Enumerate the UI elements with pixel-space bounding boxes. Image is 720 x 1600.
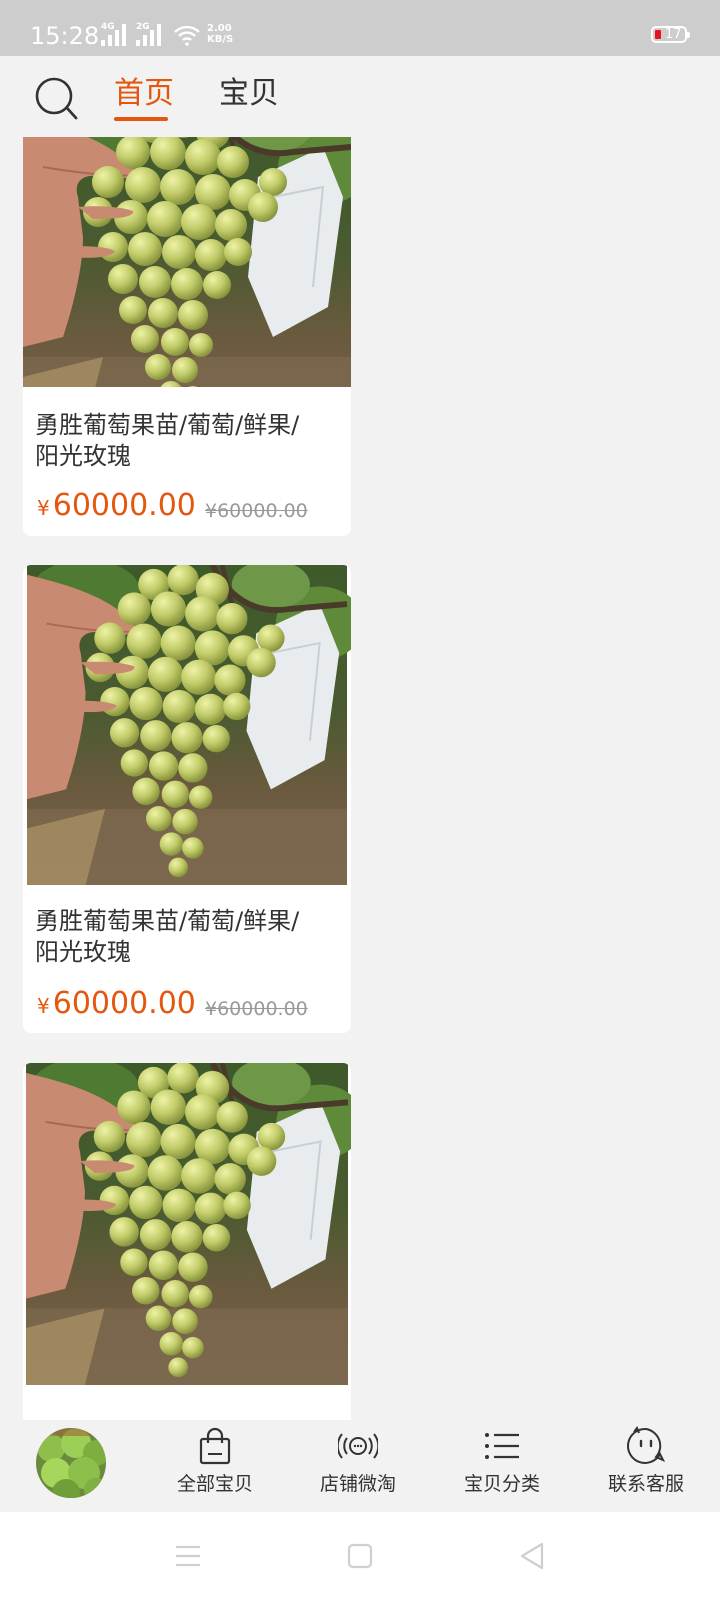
original-price: ¥60000.00 <box>205 998 308 1020</box>
back-triangle-icon[interactable] <box>514 1538 550 1574</box>
product-title: 勇胜葡萄果苗/葡萄/鲜果/ 阳光玫瑰 <box>35 410 335 472</box>
system-navigation-bar <box>0 1512 720 1600</box>
product-title-line: 阳光玫瑰 <box>35 442 131 470</box>
list-icon <box>485 1433 519 1459</box>
currency-symbol: ¥ <box>37 496 50 520</box>
product-image[interactable] <box>23 137 351 387</box>
currency-symbol: ¥ <box>37 994 50 1018</box>
bottom-tab-label: 店铺微淘 <box>319 1473 396 1495</box>
bottom-tab-shop-feed[interactable]: 店铺微淘 <box>298 1426 418 1510</box>
battery-fill <box>655 30 661 39</box>
signal-2g-icon: 2G <box>136 22 166 46</box>
signal-2g-label: 2G <box>136 22 150 32</box>
bottom-tab-all-items[interactable]: 全部宝贝 <box>155 1426 275 1510</box>
product-image[interactable] <box>23 1063 351 1385</box>
top-navigation: 首页 宝贝 <box>0 56 720 136</box>
bottom-tab-bar: 全部宝贝 店铺微淘 宝贝分类 联系客服 <box>0 1420 720 1512</box>
signal-4g-icon: 4G <box>101 22 131 46</box>
battery-level: 17 <box>665 27 682 42</box>
product-card[interactable]: 勇胜葡萄果苗/葡萄/鲜果/ 阳光玫瑰 ¥60000.00 ¥60000.00 <box>23 565 351 1033</box>
status-time: 15:28 <box>30 22 100 50</box>
product-price: ¥60000.00 <box>37 488 196 526</box>
product-image[interactable] <box>23 565 351 885</box>
network-speed: 2.00 KB/S <box>207 23 233 45</box>
product-title-line: 阳光玫瑰 <box>35 938 131 966</box>
battery-icon: 17 <box>651 26 690 43</box>
home-square-icon[interactable] <box>342 1538 378 1574</box>
product-title: 勇胜葡萄果苗/葡萄/鲜果/ 阳光玫瑰 <box>35 906 335 968</box>
signal-4g-label: 4G <box>101 22 115 32</box>
product-title-line: 勇胜葡萄果苗/葡萄/鲜果/ <box>35 907 300 935</box>
product-card[interactable] <box>23 1063 351 1420</box>
tab-items[interactable]: 宝贝 <box>219 74 279 114</box>
bottom-tab-categories[interactable]: 宝贝分类 <box>442 1426 562 1510</box>
search-icon[interactable] <box>34 76 80 122</box>
shopping-bag-icon <box>199 1427 231 1465</box>
price-value: 60000.00 <box>52 986 196 1021</box>
network-speed-value: 2.00 <box>207 23 232 34</box>
network-speed-unit: KB/S <box>207 34 234 45</box>
bottom-tab-label: 联系客服 <box>607 1473 684 1495</box>
bottom-tab-customer-service[interactable]: 联系客服 <box>586 1426 706 1510</box>
product-title-line: 勇胜葡萄果苗/葡萄/鲜果/ <box>35 411 300 439</box>
bottom-tab-label: 全部宝贝 <box>176 1473 253 1495</box>
price-value: 60000.00 <box>52 488 196 523</box>
chat-face-icon <box>627 1426 666 1464</box>
original-price: ¥60000.00 <box>205 500 308 522</box>
shop-logo-image <box>36 1428 106 1498</box>
shop-avatar[interactable] <box>36 1428 106 1498</box>
tab-home[interactable]: 首页 <box>114 74 174 114</box>
menu-icon[interactable] <box>170 1538 206 1574</box>
product-card[interactable]: 勇胜葡萄果苗/葡萄/鲜果/ 阳光玫瑰 ¥60000.00 ¥60000.00 <box>23 137 351 536</box>
broadcast-icon <box>338 1433 378 1459</box>
active-tab-indicator <box>114 117 168 121</box>
wifi-icon <box>174 25 200 46</box>
product-price: ¥60000.00 <box>37 986 196 1024</box>
status-bar: 15:28 4G 2G 2.00 KB/S 17 <box>0 0 720 56</box>
bottom-tab-label: 宝贝分类 <box>463 1473 540 1495</box>
